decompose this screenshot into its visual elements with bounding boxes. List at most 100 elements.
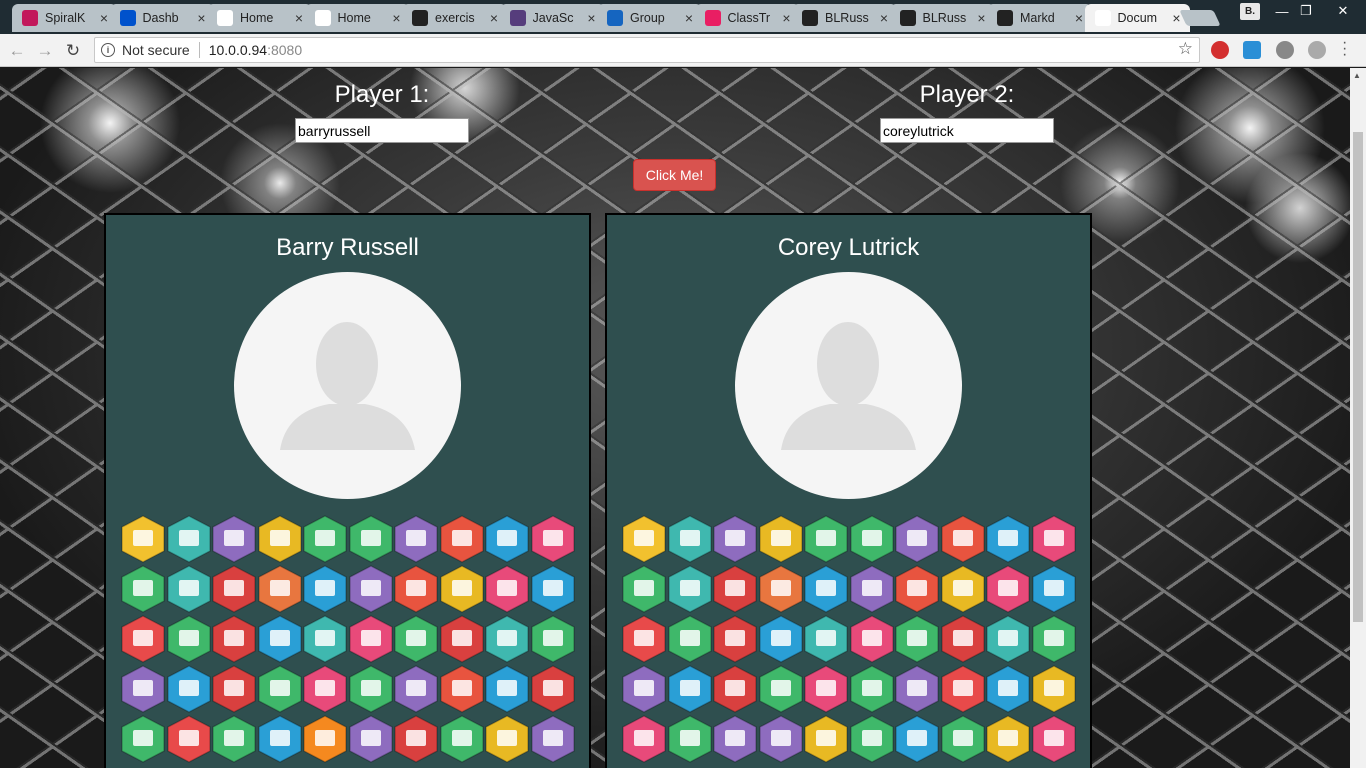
- achievement-badge-icon: [667, 715, 712, 763]
- extension-circle-icon[interactable]: [1308, 41, 1326, 59]
- achievement-badge-icon: [303, 515, 347, 563]
- achievement-badge-icon: [257, 715, 302, 763]
- browser-tab[interactable]: JavaSc ×: [499, 4, 605, 32]
- browser-tab[interactable]: SpiralK ×: [12, 4, 117, 32]
- achievement-badge-icon: [713, 615, 757, 663]
- profile-button[interactable]: B.: [1240, 3, 1260, 20]
- click-me-button[interactable]: Click Me!: [633, 159, 716, 191]
- achievement-badge-icon: [303, 565, 347, 613]
- reload-icon[interactable]: ↻: [62, 40, 84, 62]
- achievement-badge-icon: [986, 515, 1030, 563]
- divider: [198, 42, 200, 58]
- forward-icon[interactable]: →: [34, 40, 56, 62]
- scrollbar-thumb[interactable]: [1353, 132, 1363, 622]
- achievement-badge-icon: [439, 665, 484, 713]
- avatar: [234, 272, 461, 499]
- browser-tab[interactable]: Dashb ×: [109, 4, 215, 32]
- meetup-icon: [607, 10, 623, 26]
- player1-label: Player 1:: [334, 81, 430, 108]
- achievement-badge-icon: [485, 515, 529, 563]
- address-bar[interactable]: i Not secure 10.0.0.94 :8080 ☆: [94, 37, 1200, 63]
- close-window-icon[interactable]: ✕: [1330, 2, 1356, 20]
- achievement-badge-icon: [394, 665, 438, 713]
- avatar: [735, 272, 962, 499]
- achievement-badge-icon: [940, 515, 985, 563]
- tab-close-icon[interactable]: ×: [487, 10, 501, 26]
- tab-close-icon[interactable]: ×: [877, 10, 891, 26]
- extension-shield-icon[interactable]: [1211, 41, 1229, 59]
- browser-tab[interactable]: BLRuss ×: [889, 4, 995, 32]
- achievement-badge-icon: [394, 565, 438, 613]
- info-icon[interactable]: i: [101, 43, 115, 57]
- achievement-badge-icon: [758, 715, 803, 763]
- extension-puzzle-icon[interactable]: [1276, 41, 1294, 59]
- achievement-badge-icon: [439, 615, 484, 663]
- achievement-badge-icon: [622, 615, 666, 663]
- browser-tab[interactable]: Group ×: [597, 4, 702, 32]
- tab-close-icon[interactable]: ×: [1072, 10, 1086, 26]
- browser-tab[interactable]: BLRuss ×: [792, 4, 897, 32]
- achievement-badge-icon: [166, 615, 211, 663]
- tab-close-icon[interactable]: ×: [97, 10, 111, 26]
- person-icon: [781, 322, 916, 450]
- achievement-badge-icon: [1031, 715, 1076, 763]
- restore-icon[interactable]: ❐: [1293, 2, 1319, 20]
- achievement-badge-icon: [1031, 615, 1076, 663]
- bootstrap-icon: [509, 10, 526, 26]
- new-tab-button[interactable]: [1179, 10, 1221, 26]
- scroll-up-icon[interactable]: ▲: [1353, 71, 1361, 80]
- github-icon: [899, 10, 916, 26]
- achievement-badge-icon: [804, 615, 848, 663]
- browser-tab[interactable]: Home ×: [304, 4, 410, 32]
- achievement-badge-icon: [895, 615, 939, 663]
- tab-title: Group: [630, 11, 665, 25]
- menu-icon[interactable]: · · ·: [1342, 35, 1350, 63]
- page-scrollbar[interactable]: ▲: [1350, 68, 1366, 768]
- security-label: Not secure: [122, 42, 190, 58]
- page-icon: [314, 10, 331, 26]
- achievement-badge-icon: [439, 715, 484, 763]
- browser-tab[interactable]: exercis ×: [402, 4, 507, 32]
- browser-tab[interactable]: ClassTr ×: [694, 4, 800, 32]
- achievement-badge-icon: [713, 515, 757, 563]
- achievement-badge-icon: [713, 665, 757, 713]
- extension-beta-icon[interactable]: [1243, 41, 1261, 59]
- achievement-badge-icon: [394, 715, 438, 763]
- achievement-badge-icon: [530, 715, 575, 763]
- tab-close-icon[interactable]: ×: [682, 10, 696, 26]
- achievement-badge-icon: [1031, 665, 1076, 713]
- achievement-badge-icon: [758, 565, 803, 613]
- achievement-badge-icon: [166, 515, 211, 563]
- tab-title: Home: [337, 11, 371, 25]
- achievement-badge-icon: [622, 565, 666, 613]
- achievement-badge-icon: [166, 715, 211, 763]
- achievement-badge-icon: [166, 665, 211, 713]
- page-icon: [217, 10, 233, 26]
- minimize-icon[interactable]: —: [1269, 2, 1295, 20]
- achievement-badge-icon: [622, 515, 666, 563]
- player2-input[interactable]: [880, 118, 1054, 143]
- player1-card: Barry Russell: [104, 213, 591, 768]
- achievement-badge-icon: [895, 715, 939, 763]
- achievement-badge-icon: [121, 665, 165, 713]
- person-icon: [280, 322, 415, 450]
- bookmark-star-icon[interactable]: ☆: [1178, 39, 1193, 59]
- url-host: 10.0.0.94: [208, 42, 268, 58]
- achievement-badge-icon: [303, 615, 347, 663]
- browser-tab[interactable]: Markd ×: [987, 4, 1092, 32]
- browser-tab[interactable]: Home ×: [207, 4, 312, 32]
- tab-title: JavaSc: [532, 11, 574, 25]
- achievement-badge-icon: [530, 515, 575, 563]
- achievement-badge-icon: [667, 615, 712, 663]
- achievement-badge-icon: [212, 715, 256, 763]
- achievement-badge-icon: [121, 515, 165, 563]
- tab-close-icon[interactable]: ×: [292, 10, 306, 26]
- back-icon[interactable]: ←: [6, 40, 28, 62]
- achievement-badge-icon: [348, 565, 393, 613]
- achievement-badge-icon: [348, 665, 393, 713]
- tab-title: Home: [240, 11, 274, 25]
- achievement-badge-icon: [257, 665, 302, 713]
- achievement-badge-icon: [121, 715, 165, 763]
- player1-input[interactable]: [295, 118, 469, 143]
- browser-tab[interactable]: Docum ×: [1084, 4, 1190, 32]
